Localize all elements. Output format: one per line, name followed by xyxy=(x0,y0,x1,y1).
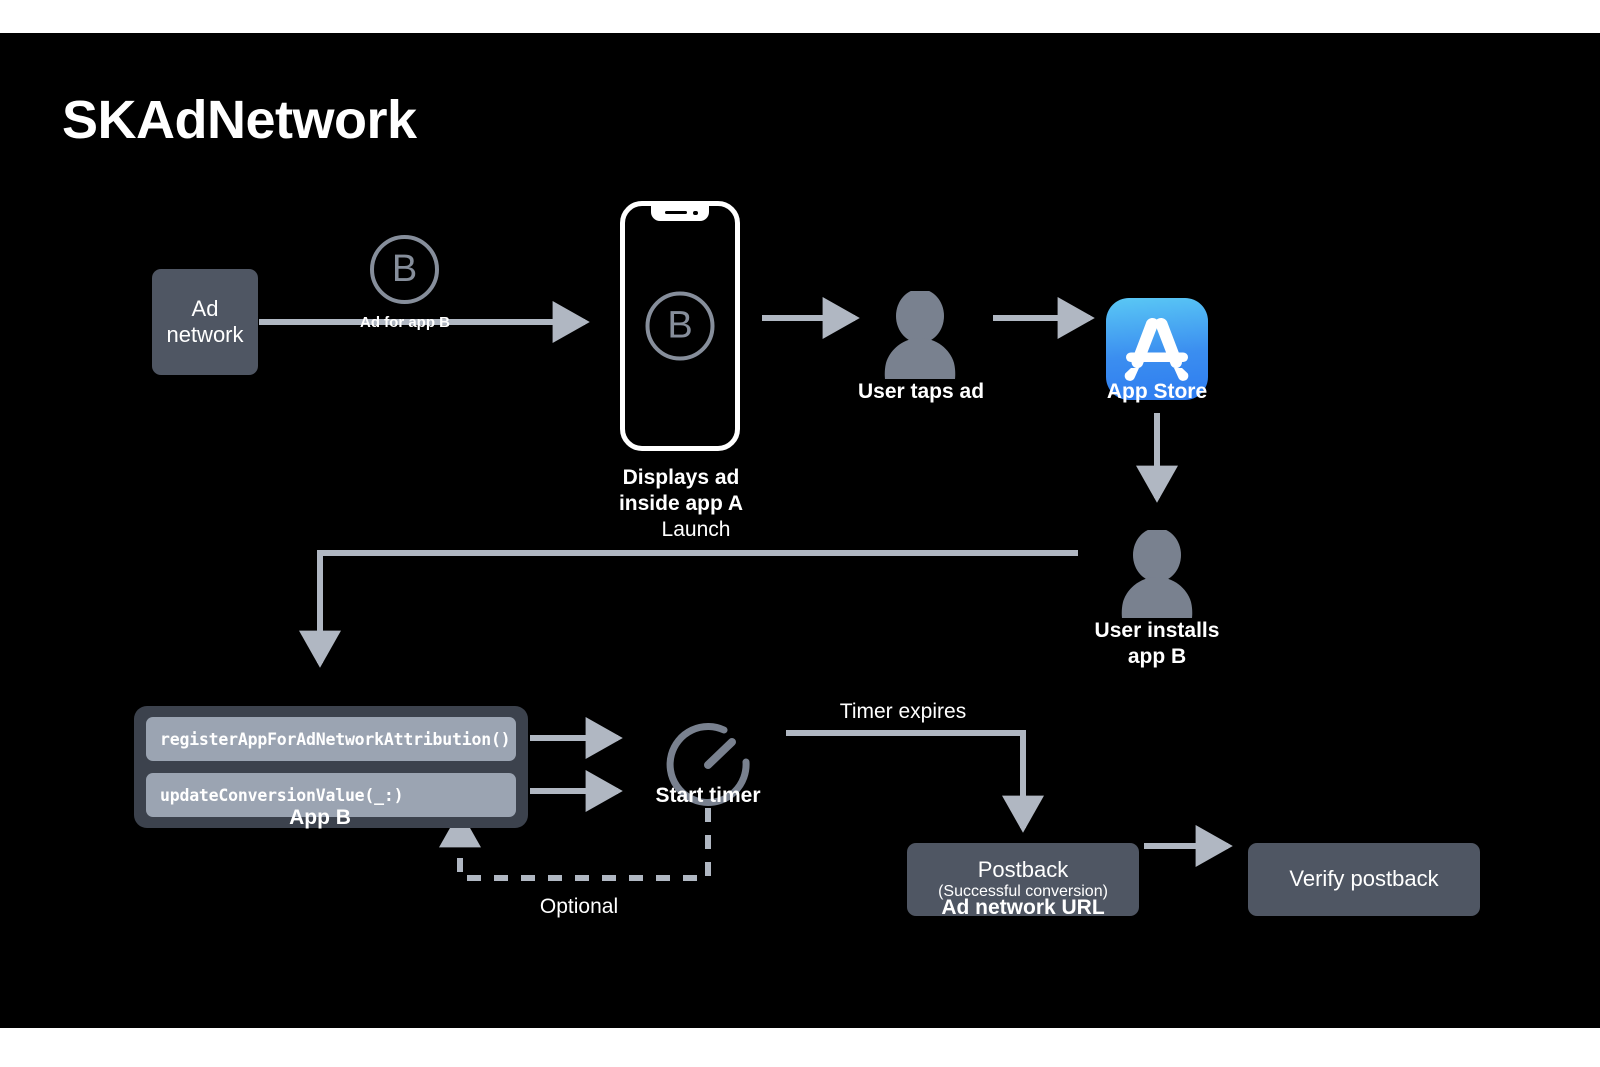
api-call-register-chip[interactable]: registerAppForAdNetworkAttribution() xyxy=(146,717,516,761)
launch-edge-label: Launch xyxy=(661,518,731,541)
verify-postback-label: Verify postback xyxy=(1289,866,1439,892)
diagram-canvas: SKAdNetwork Ad network B Ad for app B B … xyxy=(0,33,1600,1028)
phone-camera-icon xyxy=(693,210,698,215)
circled-b-icon: B xyxy=(370,235,439,304)
app-b-caption: App B xyxy=(289,806,351,829)
arrow-timer-expires xyxy=(786,730,1044,833)
person-icon xyxy=(1121,530,1193,618)
circled-b-letter: B xyxy=(391,248,418,290)
phone-screen-circled-b-icon: B xyxy=(645,291,715,361)
ad-network-box[interactable]: Ad network xyxy=(152,269,258,375)
ad-network-url-caption: Ad network URL xyxy=(941,896,1105,919)
start-timer-caption: Start timer xyxy=(655,784,761,807)
optional-edge-label: Optional xyxy=(539,895,619,918)
timer-expires-edge-label: Timer expires xyxy=(839,700,967,723)
app-store-caption: App Store xyxy=(1106,380,1208,403)
postback-title: Postback xyxy=(977,857,1069,883)
phone-screen-b-letter: B xyxy=(667,304,693,347)
displays-ad-caption: Displays ad inside app A xyxy=(618,466,744,515)
diagram-stage: SKAdNetwork Ad network B Ad for app B B … xyxy=(0,0,1600,1067)
phone-speaker-icon xyxy=(665,211,687,214)
phone-notch xyxy=(651,205,709,221)
iphone-icon: B xyxy=(620,201,740,451)
user-installs-caption: User installs app B xyxy=(1094,619,1220,668)
page-title: SKAdNetwork xyxy=(62,90,417,150)
ad-for-app-b-label: Ad for app B xyxy=(360,314,450,331)
api-call-register-label: registerAppForAdNetworkAttribution() xyxy=(160,729,511,749)
ad-network-label: Ad network xyxy=(166,295,244,347)
verify-postback-box[interactable]: Verify postback xyxy=(1248,843,1480,916)
arrow-launch xyxy=(299,550,1078,668)
api-call-updateconversion-label: updateConversionValue(_:) xyxy=(160,785,404,805)
user-taps-ad-caption: User taps ad xyxy=(857,380,985,403)
person-icon xyxy=(884,291,956,379)
